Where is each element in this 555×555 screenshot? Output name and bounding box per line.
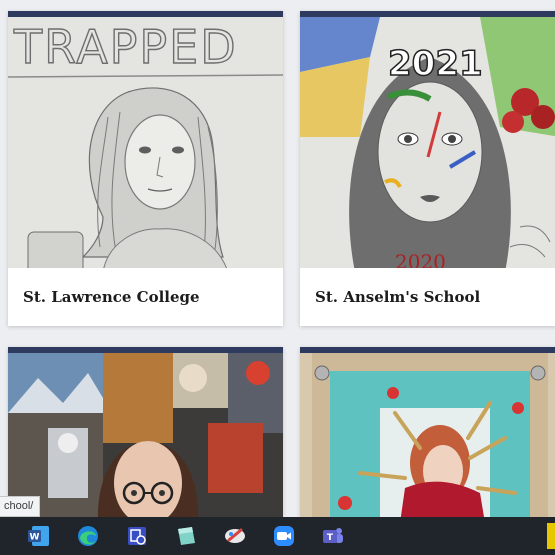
artwork-image-pencil-portrait[interactable]: TRAPPED [8, 17, 283, 272]
artwork-card-st-lawrence[interactable]: TRAPPED St. Lawrence College [8, 11, 283, 326]
svg-text:T: T [327, 533, 334, 543]
taskbar: W T [0, 517, 555, 555]
artwork-year-top: 2021 [388, 44, 483, 84]
zoom-icon [274, 526, 294, 546]
taskbar-notes-button[interactable] [171, 521, 201, 551]
card-caption[interactable]: St. Lawrence College [8, 268, 283, 326]
taskbar-edge-button[interactable] [73, 521, 103, 551]
snip-sketch-icon [225, 528, 245, 543]
artwork-card-framed[interactable] [300, 347, 555, 517]
teams-icon: T [323, 528, 343, 543]
artwork-card-collage[interactable] [8, 347, 283, 517]
taskbar-word-button[interactable]: W [24, 521, 54, 551]
svg-text:W: W [30, 533, 40, 543]
card-caption[interactable]: St. Anselm's School [300, 268, 555, 326]
artwork-card-st-anselms[interactable]: 2021 2020 St. Anselm's School [300, 11, 555, 326]
artwork-title-text: TRAPPED [13, 20, 238, 74]
artwork-image-collage[interactable] [8, 353, 283, 517]
artwork-image-framed-portrait[interactable] [300, 353, 555, 517]
word-icon: W [28, 526, 49, 546]
taskbar-zoom-button[interactable] [269, 521, 299, 551]
edge-icon [78, 526, 98, 546]
taskbar-remote-desktop-button[interactable] [122, 521, 152, 551]
taskbar-snip-sketch-button[interactable] [220, 521, 250, 551]
notes-icon [178, 527, 195, 545]
tray-sticky-icon[interactable] [547, 523, 555, 549]
status-bar-url: chool/ [0, 496, 41, 517]
remote-desktop-icon [128, 527, 146, 545]
taskbar-teams-button[interactable]: T [318, 521, 348, 551]
artwork-image-colored-portrait[interactable]: 2021 2020 [300, 17, 555, 272]
